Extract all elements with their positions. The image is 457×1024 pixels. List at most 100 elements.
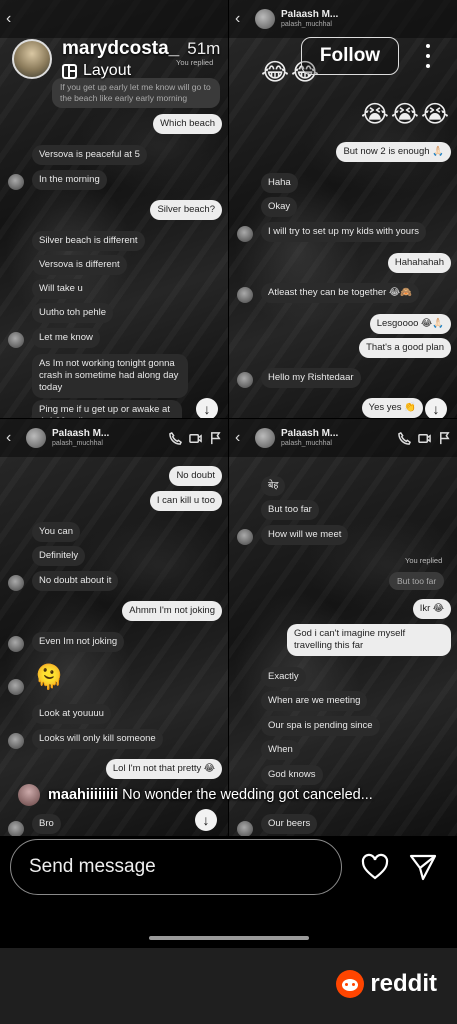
reddit-wordmark: reddit [370,970,437,997]
avatar [8,733,24,749]
avatar [237,287,253,303]
avatar [237,529,253,545]
chat-contact-name: Palaash M... [281,10,339,21]
send-icon[interactable] [408,852,438,882]
message-bubble: Even Im not joking [32,632,125,652]
layout-label: Layout [83,62,132,79]
scroll-down-button[interactable]: ↓ [196,398,218,418]
message-bubble: Definitely [32,546,86,566]
message-bubble: You can [32,522,80,542]
message-bubble: No doubt about it [32,571,119,591]
message-bubble: Our beers [261,814,318,834]
message-bubble: Let me know [32,328,100,348]
comment-text: No wonder the wedding got canceled... [118,787,373,803]
message-bubble: As Im not working tonight gonna crash in… [32,354,188,398]
message-bubble: Silver beach is different [32,231,145,251]
reddit-logo-icon [336,970,365,998]
chat-header: ‹ Palaash M... palash_muchhal [229,0,457,38]
chat-contact-name: Palaash M... [281,429,339,440]
story-author-avatar[interactable] [12,39,52,79]
avatar [8,174,24,190]
message-bubble: Which beach [153,114,222,134]
message-bubble: Yes yes 👏 [361,398,423,418]
message-bubble: Okay [261,197,298,217]
comment-overlay: maahiiiiiiii No wonder the wedding got c… [18,784,373,806]
chat-screenshot-bottom-left: ‹ Palaash M... palash_muchhal No doubt I… [0,419,228,836]
chat-header: ‹ [0,0,228,38]
message-bubble: But too far [261,500,319,520]
message-bubble: When are we meeting [261,691,368,711]
message-bubble: Ahmm I'm not joking [122,601,222,621]
story-username[interactable]: marydcosta_ [62,38,179,60]
message-bubble: बेह [261,476,286,496]
layout-tag[interactable]: Layout [62,62,220,80]
scroll-down-button[interactable]: ↓ [195,809,217,831]
message-bubble: Our spa is pending since [261,716,380,736]
video-call-icon [418,433,431,443]
home-indicator [149,936,309,940]
message-bubble: Looks will only kill someone [32,729,163,749]
message-bubble: When [261,740,300,760]
avatar [237,226,253,242]
message-bubble: God i can't imagine myself travelling th… [287,624,451,656]
message-bubble: God knows [261,765,323,785]
back-arrow-icon: ‹ [235,429,241,446]
follow-button[interactable]: Follow [301,37,399,75]
message-bubble: Uutho toh pehle [32,303,114,323]
message-bubble: Will take u [32,279,90,299]
story-timestamp: 51m [187,39,221,58]
replied-label: You replied [405,556,443,565]
chat-contact-handle: palash_muchhal [52,439,103,447]
emoji-message: 🫠 [34,664,66,691]
avatar [8,821,24,836]
chat-call-icon [169,431,182,445]
scroll-down-button[interactable]: ↓ [425,398,447,418]
avatar [8,575,24,591]
flag-icon [440,431,450,444]
reddit-watermark: reddit [336,970,437,998]
watermark-footer: reddit [0,948,457,1024]
message-bubble: No doubt [169,466,222,486]
back-arrow-icon: ‹ [6,10,12,27]
heart-icon[interactable] [360,852,390,882]
layout-icon [62,63,77,79]
avatar [8,332,24,348]
avatar [255,9,275,29]
message-bubble: I can kill u too [149,491,222,511]
emoji-message: 😭😭😭 [360,101,451,128]
panel-divider [0,418,457,419]
more-options-icon[interactable] [420,44,436,68]
chat-header: ‹ Palaash M... palash_muchhal [229,419,457,457]
chat-header: ‹ Palaash M... palash_muchhal [0,419,228,457]
avatar [8,679,24,695]
message-bubble: Atleast they can be together 😂🙈 [261,283,419,303]
commenter-username: maahiiiiiiii [48,787,119,803]
message-bubble: Versova is different [32,255,127,275]
avatar [237,372,253,388]
story-viewer: ‹ You replied If you get up early let me… [0,0,457,1024]
avatar [26,428,46,448]
replied-message: If you get up early let me know will go … [52,78,220,108]
message-bubble: I will try to set up my kids with yours [261,222,426,242]
message-bubble: Silver beach? [150,200,222,220]
replied-message: But too far [389,572,445,590]
message-bubble: In the morning [32,170,107,190]
avatar [8,636,24,652]
message-bubble: How will we meet [261,525,349,545]
chat-contact-handle: palash_muchhal [281,439,332,447]
message-bubble: Hahahahah [387,253,451,273]
message-bubble: Look at youuuu [32,704,111,724]
chat-contact-name: Palaash M... [52,429,110,440]
chat-screenshot-bottom-right: ‹ Palaash M... palash_muchhal बेह But to… [229,419,457,836]
story-content[interactable]: ‹ You replied If you get up early let me… [0,0,457,836]
back-arrow-icon: ‹ [6,429,12,446]
chat-contact-handle: palash_muchhal [281,20,332,28]
story-header: marydcosta_ 51m Layout [12,38,220,80]
message-bubble: That's a good plan [359,338,451,358]
avatar [255,428,275,448]
message-bubble: Ikr 😂 [412,599,451,619]
avatar [237,821,253,836]
back-arrow-icon: ‹ [235,10,241,27]
send-message-input[interactable]: Send message [10,839,342,895]
message-bubble: Exactly [261,667,306,687]
